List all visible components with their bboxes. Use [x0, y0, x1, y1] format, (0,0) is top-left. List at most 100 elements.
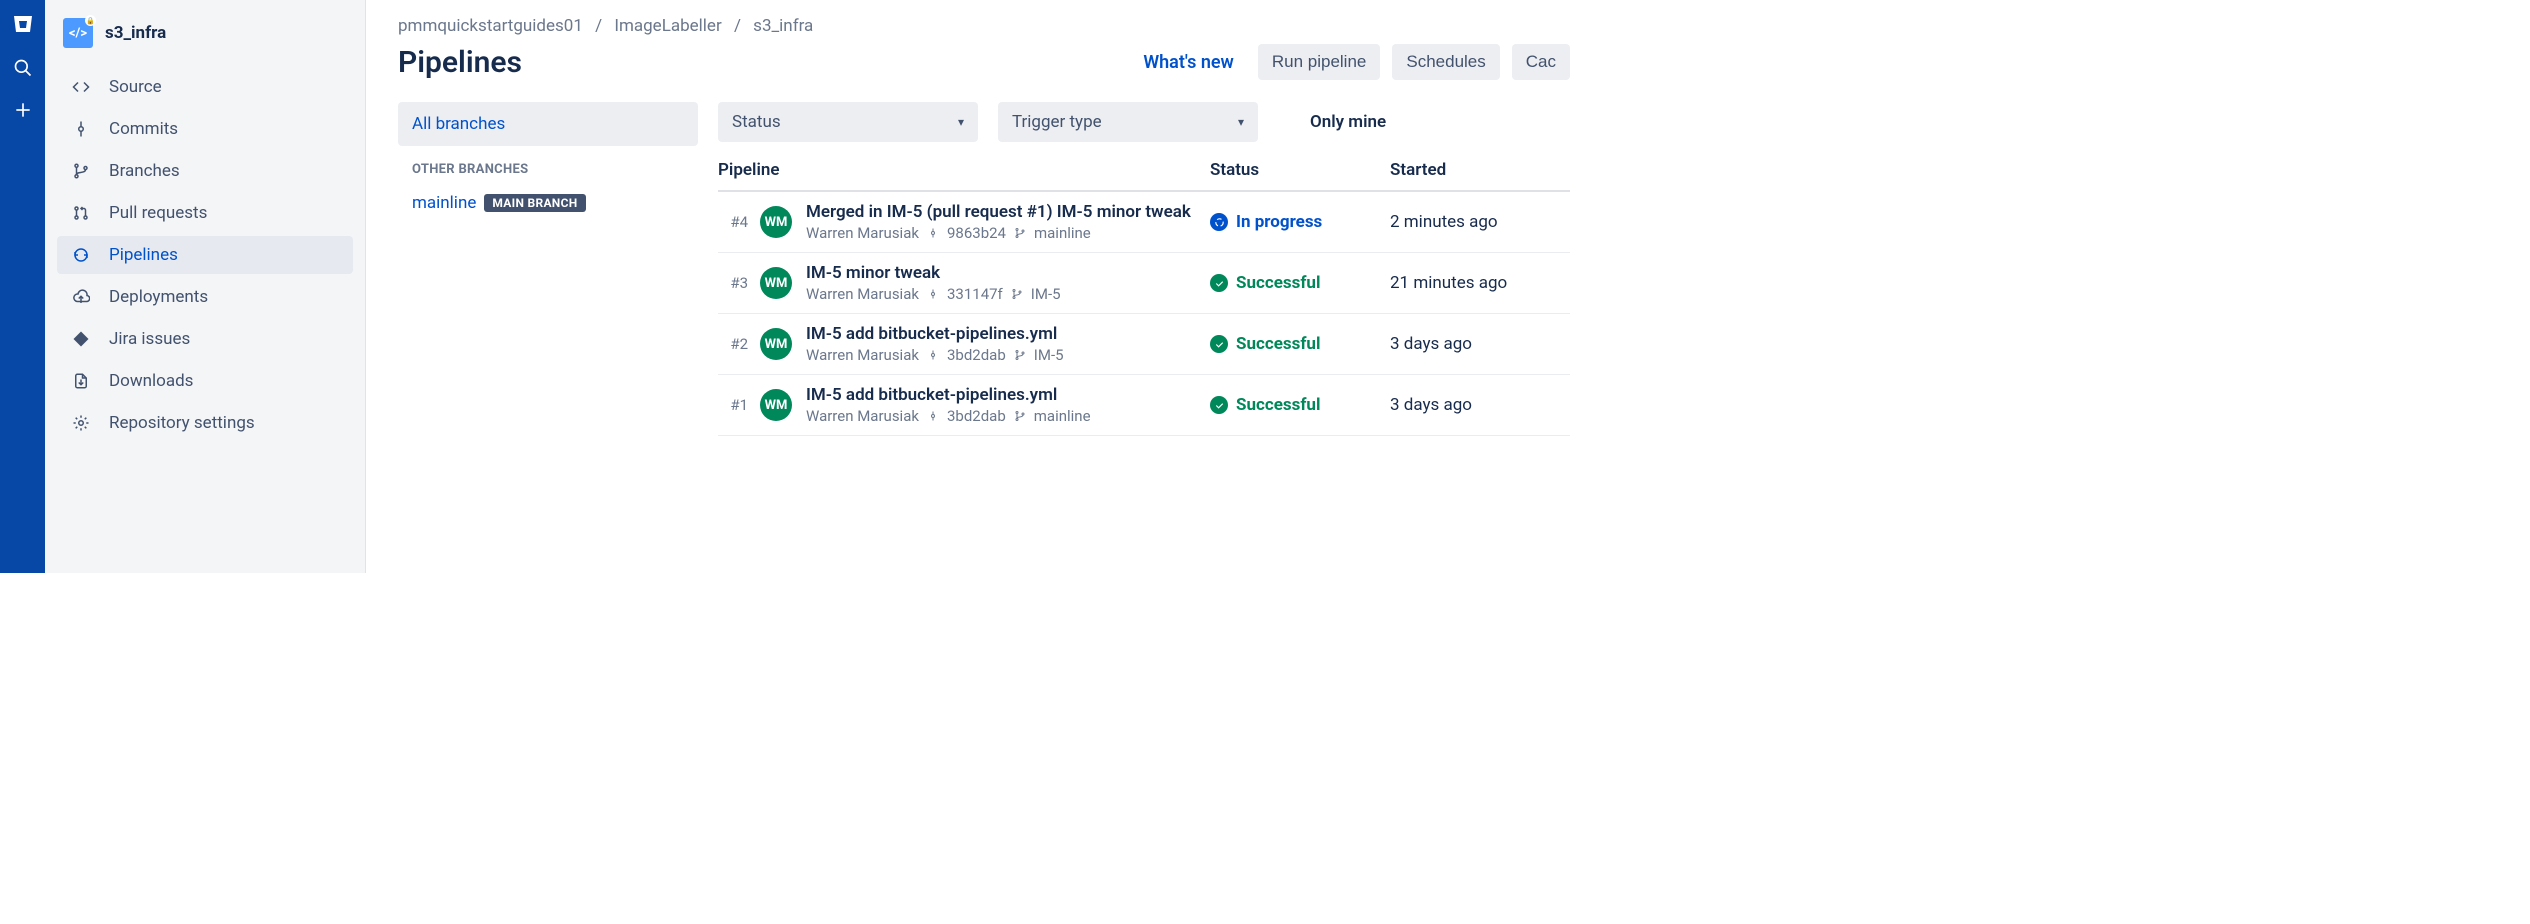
repo-avatar-text: </> [69, 26, 87, 41]
avatar: WM [760, 328, 792, 360]
table-row[interactable]: #3 WM IM-5 minor tweak Warren Marusiak 33114… [718, 253, 1570, 314]
avatar: WM [760, 206, 792, 238]
pipeline-branch[interactable]: IM-5 [1034, 346, 1064, 364]
pipeline-branch[interactable]: mainline [1034, 224, 1091, 242]
pipeline-author: Warren Marusiak [806, 285, 919, 303]
col-header-status: Status [1210, 160, 1390, 180]
trigger-filter-select[interactable]: Trigger type ▾ [998, 102, 1258, 142]
status-filter-label: Status [732, 112, 781, 132]
pipeline-author: Warren Marusiak [806, 346, 919, 364]
sidebar-item-pipelines[interactable]: Pipelines [57, 236, 353, 274]
pipeline-number: #1 [718, 396, 748, 414]
pipeline-commit[interactable]: 3bd2dab [947, 346, 1006, 364]
sidebar-item-repo-settings[interactable]: Repository settings [57, 404, 353, 442]
pipeline-title: IM-5 minor tweak [806, 263, 1210, 283]
bitbucket-logo-icon[interactable] [9, 10, 37, 38]
download-icon [71, 371, 91, 391]
avatar: WM [760, 267, 792, 299]
all-branches-tab[interactable]: All branches [398, 102, 698, 146]
chevron-down-icon: ▾ [958, 115, 964, 129]
sidebar-item-label: Source [109, 77, 162, 97]
caches-button[interactable]: Cac [1512, 44, 1570, 80]
pipeline-author: Warren Marusiak [806, 407, 919, 425]
whats-new-link[interactable]: What's new [1143, 52, 1234, 73]
commit-icon [927, 410, 939, 422]
repo-header[interactable]: </> 🔒 s3_infra [57, 18, 353, 48]
pipeline-commit[interactable]: 9863b24 [947, 224, 1006, 242]
pipeline-title: Merged in IM-5 (pull request #1) IM-5 mi… [806, 202, 1210, 222]
sidebar-item-commits[interactable]: Commits [57, 110, 353, 148]
sidebar-item-label: Commits [109, 119, 178, 139]
branch-icon [1014, 410, 1026, 422]
pipeline-branch[interactable]: IM-5 [1031, 285, 1061, 303]
sidebar-item-downloads[interactable]: Downloads [57, 362, 353, 400]
status-filter-select[interactable]: Status ▾ [718, 102, 978, 142]
pipeline-commit[interactable]: 331147f [947, 285, 1003, 303]
status-icon [1210, 213, 1228, 231]
pipeline-table: Pipeline Status Started #4 WM Merged in IM… [718, 160, 1570, 436]
status-label: In progress [1236, 212, 1322, 232]
sidebar-item-branches[interactable]: Branches [57, 152, 353, 190]
repo-avatar-icon: </> 🔒 [63, 18, 93, 48]
pipeline-info: IM-5 minor tweak Warren Marusiak 331147f IM… [806, 263, 1210, 303]
sidebar-item-label: Pipelines [109, 245, 178, 265]
status-label: Successful [1236, 273, 1320, 293]
sidebar-item-label: Jira issues [109, 329, 190, 349]
schedules-button[interactable]: Schedules [1392, 44, 1499, 80]
filter-bar: Status ▾ Trigger type ▾ Only mine [718, 102, 1570, 142]
pipeline-status: Successful [1210, 395, 1390, 415]
sidebar-item-pull-requests[interactable]: Pull requests [57, 194, 353, 232]
add-icon[interactable] [11, 98, 35, 122]
breadcrumb-separator: / [595, 16, 602, 36]
breadcrumb-separator: / [734, 16, 741, 36]
lock-icon: 🔒 [85, 15, 96, 26]
branch-icon [1014, 227, 1026, 239]
branch-icon [1014, 349, 1026, 361]
breadcrumb-item[interactable]: ImageLabeller [614, 16, 721, 36]
breadcrumb-item[interactable]: pmmquickstartguides01 [398, 16, 583, 36]
header-actions: What's new Run pipeline Schedules Cac [1143, 44, 1570, 80]
pipeline-meta: Warren Marusiak 3bd2dab IM-5 [806, 346, 1210, 364]
pipeline-commit[interactable]: 3bd2dab [947, 407, 1006, 425]
branch-section-label: OTHER BRANCHES [398, 146, 698, 187]
branch-icon [1011, 288, 1023, 300]
pipeline-number: #2 [718, 335, 748, 353]
pipeline-number: #3 [718, 274, 748, 292]
repo-nav: Source Commits Branches Pull requests Pi… [57, 68, 353, 442]
main-content: pmmquickstartguides01 / ImageLabeller / … [366, 0, 1570, 573]
sidebar-item-label: Repository settings [109, 413, 255, 433]
trigger-filter-label: Trigger type [1012, 112, 1102, 132]
pipeline-info: Merged in IM-5 (pull request #1) IM-5 mi… [806, 202, 1210, 242]
search-icon[interactable] [11, 56, 35, 80]
commit-icon [927, 349, 939, 361]
pipeline-meta: Warren Marusiak 3bd2dab mainline [806, 407, 1210, 425]
table-header: Pipeline Status Started [718, 160, 1570, 192]
sidebar-item-source[interactable]: Source [57, 68, 353, 106]
repo-sidebar: </> 🔒 s3_infra Source Commits Branches P… [45, 0, 366, 573]
pipeline-status: Successful [1210, 334, 1390, 354]
pull-request-icon [71, 203, 91, 223]
pipeline-started: 3 days ago [1390, 395, 1570, 415]
status-label: Successful [1236, 395, 1320, 415]
global-nav-rail [0, 0, 45, 573]
table-row[interactable]: #4 WM Merged in IM-5 (pull request #1) IM-… [718, 192, 1570, 253]
pipeline-branch[interactable]: mainline [1034, 407, 1091, 425]
jira-icon [71, 329, 91, 349]
branch-item-mainline[interactable]: mainline MAIN BRANCH [398, 187, 698, 219]
sidebar-item-label: Pull requests [109, 203, 207, 223]
commit-icon [927, 227, 939, 239]
table-row[interactable]: #1WMIM-5 add bitbucket-pipelines.ymlWarr… [718, 375, 1570, 436]
sidebar-item-jira-issues[interactable]: Jira issues [57, 320, 353, 358]
sidebar-item-deployments[interactable]: Deployments [57, 278, 353, 316]
status-label: Successful [1236, 334, 1320, 354]
commit-icon [927, 288, 939, 300]
run-pipeline-button[interactable]: Run pipeline [1258, 44, 1381, 80]
pipeline-number: #4 [718, 213, 748, 231]
table-row[interactable]: #2 WM IM-5 add bitbucket-pipelines.ymlWarr… [718, 314, 1570, 375]
pipelines-icon [71, 245, 91, 265]
only-mine-toggle-label[interactable]: Only mine [1310, 112, 1386, 132]
breadcrumb-item[interactable]: s3_infra [753, 16, 813, 36]
pipeline-info: IM-5 add bitbucket-pipelines.ymlWarren M… [806, 324, 1210, 364]
sidebar-item-label: Branches [109, 161, 180, 181]
pipeline-title: IM-5 add bitbucket-pipelines.yml [806, 385, 1210, 405]
